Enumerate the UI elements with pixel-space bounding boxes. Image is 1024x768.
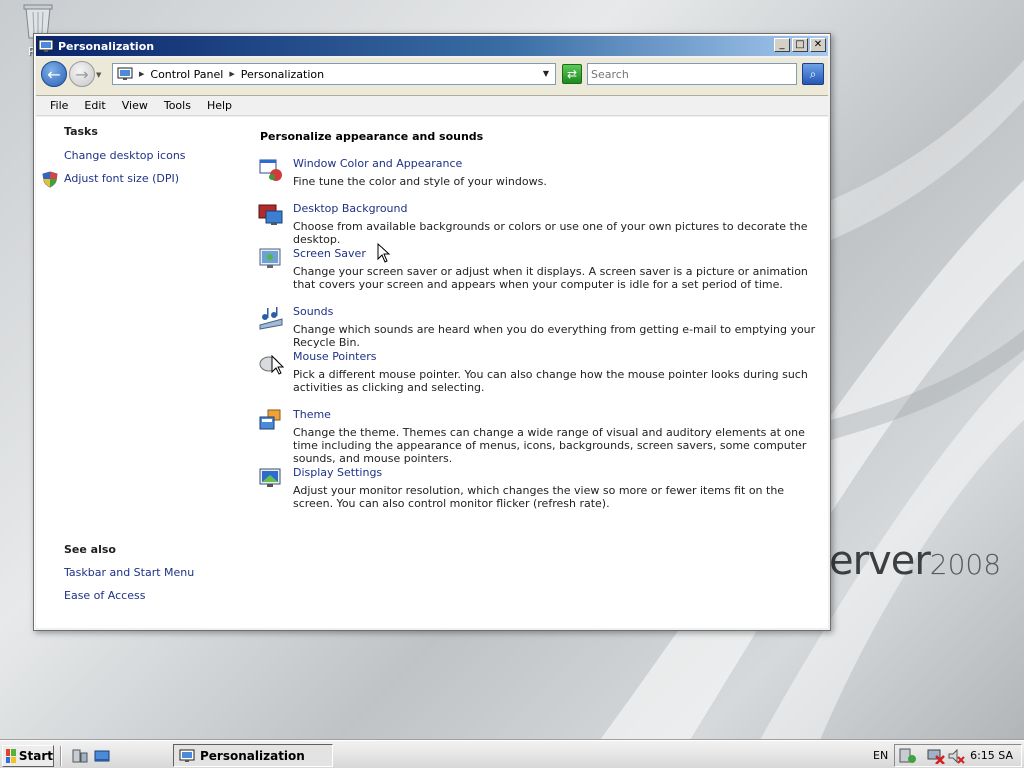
forward-button[interactable]: → xyxy=(69,61,95,87)
brand-year: 2008 xyxy=(929,548,1002,581)
windows-logo-icon xyxy=(6,749,16,763)
menu-edit[interactable]: Edit xyxy=(76,99,113,112)
breadcrumb-control-panel[interactable]: Control Panel xyxy=(150,68,223,81)
minimize-button[interactable]: _ xyxy=(774,38,790,52)
taskbar-personalization-button[interactable]: Personalization xyxy=(173,744,333,767)
breadcrumb-separator-icon[interactable]: ▶ xyxy=(139,70,144,78)
breadcrumb-personalization[interactable]: Personalization xyxy=(241,68,324,81)
breadcrumb-separator-icon[interactable]: ▶ xyxy=(229,70,234,78)
ease-of-access-link[interactable]: Ease of Access xyxy=(64,589,145,602)
tasks-heading: Tasks xyxy=(64,125,98,138)
screen-saver-link[interactable]: Screen Saver xyxy=(293,247,366,260)
display-settings-link[interactable]: Display Settings xyxy=(293,466,382,479)
desktop-background-link[interactable]: Desktop Background xyxy=(293,202,408,215)
language-indicator[interactable]: EN xyxy=(873,749,888,762)
mouse-pointer-icon xyxy=(259,354,284,375)
theme-icon xyxy=(259,409,281,430)
system-tray: 6:15 SA xyxy=(894,744,1022,767)
refresh-button[interactable]: ⇄ xyxy=(562,64,582,84)
server-manager-icon[interactable] xyxy=(72,749,88,763)
quick-launch-divider xyxy=(60,746,62,766)
os-branding: erver2008 xyxy=(829,538,1001,584)
search-button[interactable]: ⌕ xyxy=(802,63,824,85)
theme-link[interactable]: Theme xyxy=(293,408,331,421)
display-settings-icon xyxy=(259,468,281,487)
sounds-description: Change which sounds are heard when you d… xyxy=(293,323,816,349)
volume-muted-icon[interactable] xyxy=(947,748,965,764)
address-toolbar: ← → ▼ ▶ Control Panel ▶ Personalization … xyxy=(36,58,828,96)
search-icon: ⌕ xyxy=(809,66,817,81)
task-label: Personalization xyxy=(200,748,305,763)
display-settings-description: Adjust your monitor resolution, which ch… xyxy=(293,484,785,510)
window-title: Personalization xyxy=(58,39,155,53)
taskbar: Start Personalization EN 6:15 SA xyxy=(0,740,1024,768)
mouse-pointers-description: Pick a different mouse pointer. You can … xyxy=(293,368,808,394)
uac-shield-icon xyxy=(42,171,58,188)
back-button[interactable]: ← xyxy=(41,61,67,87)
show-desktop-icon[interactable] xyxy=(94,749,110,763)
window-color-link[interactable]: Window Color and Appearance xyxy=(293,157,462,170)
address-dropdown-icon[interactable]: ▼ xyxy=(543,69,549,78)
see-also-heading: See also xyxy=(64,543,116,556)
maximize-button[interactable]: □ xyxy=(792,38,808,52)
window-color-icon xyxy=(259,159,282,181)
control-panel-icon xyxy=(117,67,133,80)
back-arrow-icon: ← xyxy=(47,64,61,84)
brand-word: erver xyxy=(829,538,931,584)
desktop-background-icon xyxy=(258,204,283,225)
start-button[interactable]: Start xyxy=(2,745,54,767)
menu-help[interactable]: Help xyxy=(199,99,240,112)
change-desktop-icons-link[interactable]: Change desktop icons xyxy=(64,149,186,162)
menu-view[interactable]: View xyxy=(114,99,156,112)
mouse-pointers-link[interactable]: Mouse Pointers xyxy=(293,350,377,363)
recent-pages-dropdown-icon[interactable]: ▼ xyxy=(96,71,101,79)
clock[interactable]: 6:15 SA xyxy=(970,749,1013,762)
mouse-cursor-icon xyxy=(377,243,391,263)
taskbar-start-menu-link[interactable]: Taskbar and Start Menu xyxy=(64,566,194,579)
sounds-link[interactable]: Sounds xyxy=(293,305,333,318)
menu-tools[interactable]: Tools xyxy=(156,99,199,112)
menu-file[interactable]: File xyxy=(42,99,76,112)
personalization-window: Personalization _ □ ✕ ← → ▼ ▶ Control Pa… xyxy=(33,33,831,631)
start-label: Start xyxy=(18,749,53,763)
security-status-icon[interactable] xyxy=(899,748,917,764)
theme-description: Change the theme. Themes can change a wi… xyxy=(293,426,807,465)
menu-bar: File Edit View Tools Help xyxy=(36,96,828,116)
sounds-icon xyxy=(259,307,283,330)
search-input[interactable] xyxy=(587,63,797,85)
window-color-description: Fine tune the color and style of your wi… xyxy=(293,175,547,188)
refresh-icon: ⇄ xyxy=(566,67,578,81)
close-button[interactable]: ✕ xyxy=(810,38,826,52)
personalization-task-icon xyxy=(179,749,195,762)
desktop-background-description: Choose from available backgrounds or col… xyxy=(293,220,808,246)
network-disconnected-icon[interactable] xyxy=(927,748,945,764)
personalization-window-icon xyxy=(38,39,54,52)
screen-saver-icon xyxy=(259,248,281,268)
task-pane: Tasks Change desktop icons Adjust font s… xyxy=(36,117,246,628)
adjust-font-size-link[interactable]: Adjust font size (DPI) xyxy=(64,172,179,185)
breadcrumb[interactable]: ▶ Control Panel ▶ Personalization ▼ xyxy=(112,63,556,85)
title-bar[interactable]: Personalization _ □ ✕ xyxy=(36,36,828,56)
content-area: Tasks Change desktop icons Adjust font s… xyxy=(36,117,828,628)
forward-arrow-icon: → xyxy=(75,64,89,84)
screen-saver-description: Change your screen saver or adjust when … xyxy=(293,265,808,291)
window-controls: _ □ ✕ xyxy=(774,38,826,52)
page-title: Personalize appearance and sounds xyxy=(260,130,484,143)
